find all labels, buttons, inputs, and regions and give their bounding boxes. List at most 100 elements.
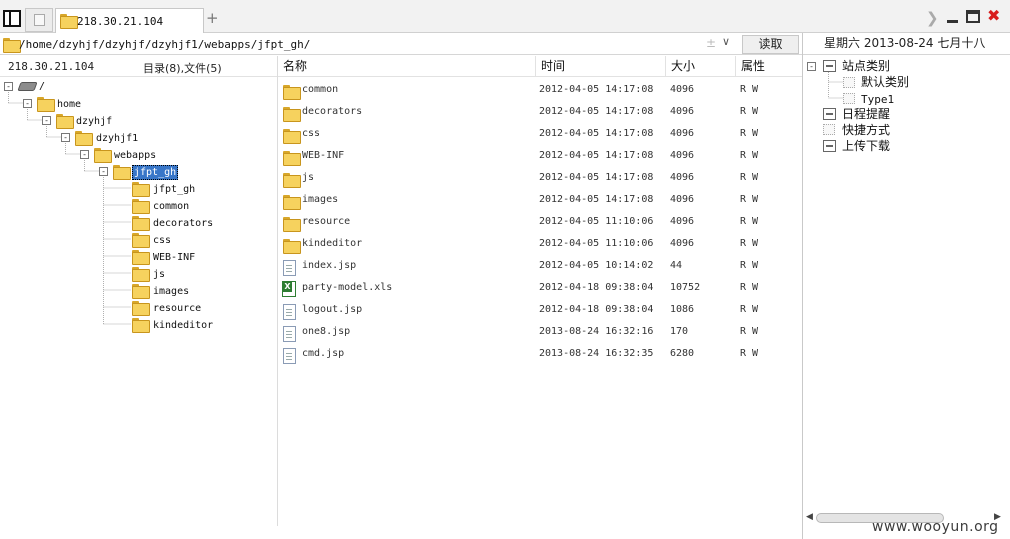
file-attr: R W: [740, 326, 759, 337]
file-time: 2012-04-18 09:38:04: [539, 304, 654, 315]
file-size: 1086: [670, 304, 695, 315]
site-category-label: 站点类别: [842, 59, 891, 73]
tab-host[interactable]: 218.30.21.104: [55, 8, 204, 33]
file-row[interactable]: kindeditor 2012-04-05 11:10:06 4096 R W: [278, 234, 802, 256]
file-name: kindeditor: [302, 238, 363, 249]
collapse-icon[interactable]: -: [42, 116, 51, 125]
folder-icon: [132, 284, 150, 299]
file-time: 2012-04-05 14:17:08: [539, 150, 654, 161]
file-size: 4096: [670, 194, 695, 205]
file-time: 2012-04-05 10:14:02: [539, 260, 654, 271]
file-attr: R W: [740, 304, 759, 315]
file-name: index.jsp: [302, 260, 357, 271]
drive-icon: [17, 82, 38, 91]
file-time: 2012-04-05 14:17:08: [539, 84, 654, 95]
file-name: party-model.xls: [302, 282, 393, 293]
file-name: logout.jsp: [302, 304, 363, 315]
shortcut-icon: [823, 124, 835, 135]
file-row[interactable]: party-model.xls 2012-04-18 09:38:04 1075…: [278, 278, 802, 300]
folder-icon: [132, 267, 150, 282]
default-category-item[interactable]: 默认类别: [803, 75, 1003, 90]
file-row[interactable]: index.jsp 2012-04-05 10:14:02 44 R W: [278, 256, 802, 278]
folder-icon: [132, 182, 150, 197]
file-time: 2013-08-24 16:32:35: [539, 348, 654, 359]
read-button[interactable]: 读取: [742, 35, 799, 54]
file-size: 4096: [670, 150, 695, 161]
file-attr: R W: [740, 238, 759, 249]
file-attr: R W: [740, 150, 759, 161]
file-icon: [283, 260, 296, 276]
item-icon: [843, 93, 855, 104]
collapse-icon[interactable]: -: [99, 167, 108, 176]
file-row[interactable]: logout.jsp 2012-04-18 09:38:04 1086 R W: [278, 300, 802, 322]
chevron-down-icon[interactable]: ∨: [722, 35, 730, 48]
file-name: WEB-INF: [302, 150, 345, 161]
panel-toggle-icon[interactable]: [3, 10, 21, 27]
scroll-left-icon[interactable]: ◀: [806, 512, 813, 522]
collapse-icon[interactable]: -: [23, 99, 32, 108]
folder-icon: [37, 97, 55, 112]
maximize-icon[interactable]: [966, 10, 980, 23]
file-time: 2012-04-05 11:10:06: [539, 216, 654, 227]
file-time: 2012-04-05 11:10:06: [539, 238, 654, 249]
folder-open-icon: [113, 165, 131, 180]
file-attr: R W: [740, 128, 759, 139]
file-row[interactable]: decorators 2012-04-05 14:17:08 4096 R W: [278, 102, 802, 124]
schedule-item[interactable]: 日程提醒: [803, 107, 1003, 122]
file-time: 2012-04-18 09:38:04: [539, 282, 654, 293]
collapse-icon[interactable]: -: [4, 82, 13, 91]
minimize-icon[interactable]: [947, 20, 958, 23]
file-row[interactable]: one8.jsp 2013-08-24 16:32:16 170 R W: [278, 322, 802, 344]
file-time: 2012-04-05 14:17:08: [539, 194, 654, 205]
tree-label: kindeditor: [153, 320, 214, 331]
chevron-right-icon[interactable]: ❯: [926, 9, 939, 27]
file-icon: [283, 348, 296, 364]
file-row[interactable]: css 2012-04-05 14:17:08 4096 R W: [278, 124, 802, 146]
column-header-time[interactable]: 时间: [536, 56, 666, 77]
shortcuts-item[interactable]: 快捷方式: [803, 123, 1003, 138]
transfer-icon: [823, 140, 836, 152]
add-tab-icon[interactable]: +: [206, 11, 219, 26]
category-icon: [823, 60, 836, 72]
folder-icon: [3, 38, 21, 53]
file-row[interactable]: images 2012-04-05 14:17:08 4096 R W: [278, 190, 802, 212]
path-input[interactable]: [19, 37, 705, 52]
file-attr: R W: [740, 106, 759, 117]
file-row[interactable]: resource 2012-04-05 11:10:06 4096 R W: [278, 212, 802, 234]
site-category-item[interactable]: - 站点类别: [803, 59, 1003, 74]
file-attr: R W: [740, 348, 759, 359]
file-size: 4096: [670, 216, 695, 227]
file-row[interactable]: WEB-INF 2012-04-05 14:17:08 4096 R W: [278, 146, 802, 168]
file-icon: [283, 304, 296, 320]
collapse-icon[interactable]: -: [61, 133, 70, 142]
title-bar: 218.30.21.104 + ❯ ✖: [0, 0, 1010, 33]
folder-icon: [132, 233, 150, 248]
tree-label: resource: [153, 303, 202, 314]
collapse-icon[interactable]: -: [80, 150, 89, 159]
folder-icon: [75, 131, 93, 146]
type1-item[interactable]: Type1: [803, 91, 1003, 106]
file-name: cmd.jsp: [302, 348, 345, 359]
pin-icon[interactable]: ±: [706, 36, 716, 50]
tree-label-selected: jfpt_gh: [132, 165, 179, 180]
file-size: 4096: [670, 106, 695, 117]
tree-label: decorators: [153, 218, 214, 229]
file-name: images: [302, 194, 339, 205]
tree-label: js: [153, 269, 166, 280]
folder-icon: [283, 217, 301, 232]
file-row[interactable]: cmd.jsp 2013-08-24 16:32:35 6280 R W: [278, 344, 802, 366]
collapse-icon[interactable]: -: [807, 62, 816, 71]
folder-icon: [283, 195, 301, 210]
column-header-attr[interactable]: 属性: [736, 56, 802, 77]
address-bar: ± ∨ 读取: [0, 33, 802, 55]
file-row[interactable]: js 2012-04-05 14:17:08 4096 R W: [278, 168, 802, 190]
column-header-size[interactable]: 大小: [666, 56, 736, 77]
default-category-label: 默认类别: [861, 75, 910, 89]
upload-download-item[interactable]: 上传下载: [803, 139, 1003, 154]
new-page-icon[interactable]: [25, 8, 53, 32]
file-time: 2012-04-05 14:17:08: [539, 172, 654, 183]
column-header-name[interactable]: 名称: [278, 56, 536, 77]
file-row[interactable]: common 2012-04-05 14:17:08 4096 R W: [278, 80, 802, 102]
file-size: 44: [670, 260, 683, 271]
close-icon[interactable]: ✖: [987, 7, 1000, 25]
